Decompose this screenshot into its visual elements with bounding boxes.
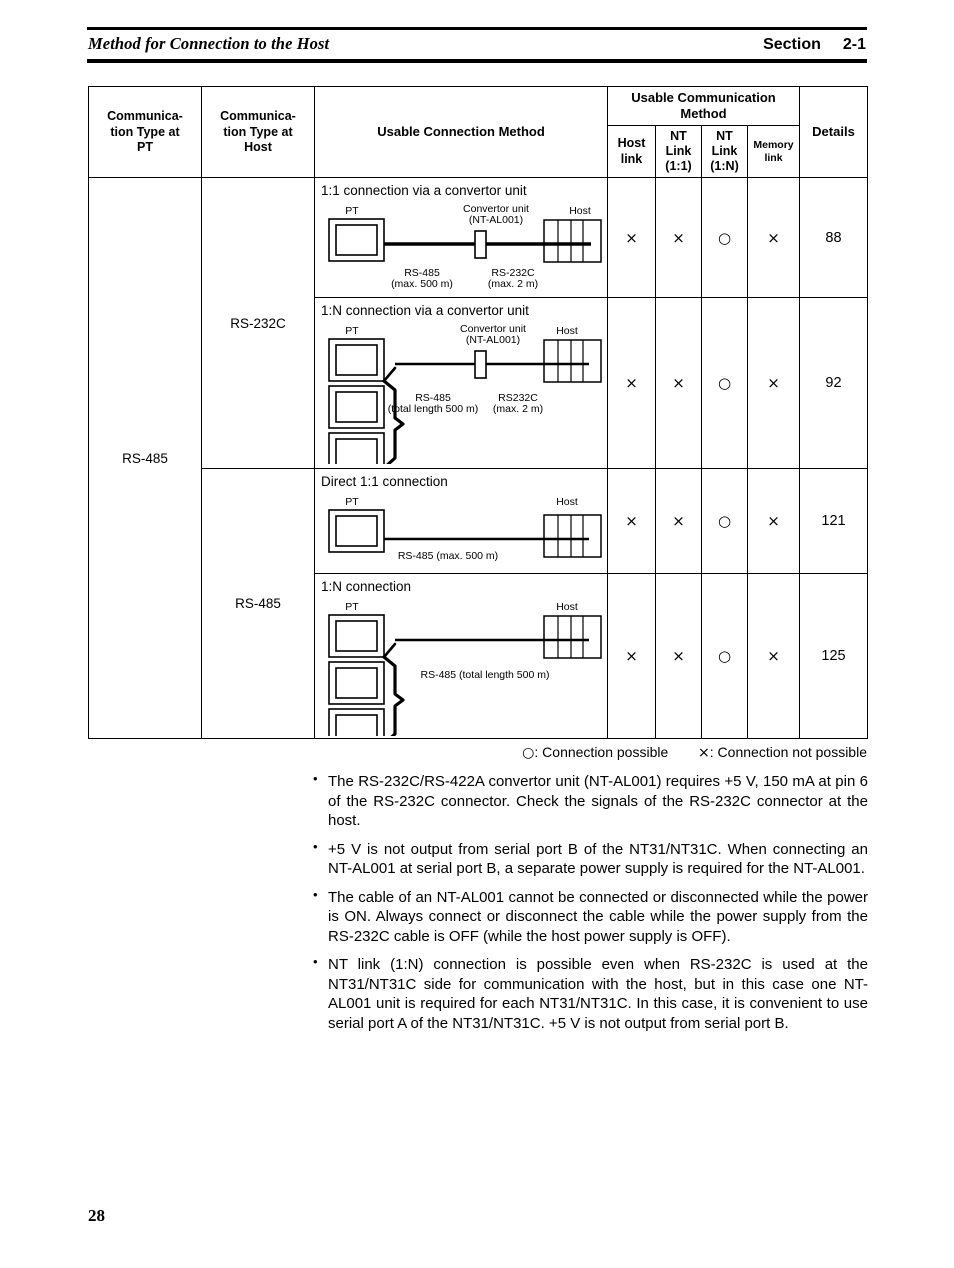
- diagram-canvas-4: PT Host RS-485 (total length 500 m): [315, 594, 607, 737]
- cell-diagram-2: 1:N connection via a convertor unit PT C…: [314, 297, 608, 470]
- cell-host-link-2: ×: [607, 297, 656, 470]
- cell-memory-link-2: ×: [747, 297, 800, 470]
- table-head: Communica- tion Type at PT Communica- ti…: [88, 85, 868, 179]
- cell-memory-link-3: ×: [747, 468, 800, 575]
- note-item: • NT link (1:N) connection is possible e…: [313, 954, 868, 1033]
- cell-nt-link-11-2: ×: [655, 297, 702, 470]
- diagram-2-label-convertor-model: (NT-AL001): [466, 334, 520, 346]
- header-row: Method for Connection to the Host Sectio…: [87, 30, 867, 59]
- col-header-host-link: Host link: [607, 124, 656, 179]
- diagram-1-n-convertor: PT Convertor unit (NT-AL001) Host RS-485…: [328, 323, 602, 465]
- cell-diagram-1: 1:1 connection via a convertor unit PT C…: [314, 177, 608, 299]
- diagram-direct-1-1: PT Host RS-485 (max. 500 m): [328, 496, 602, 562]
- diagram-1-1-convertor: PT Convertor unit (NT-AL001) Host RS-485…: [328, 203, 602, 290]
- note-item: • +5 V is not output from serial port B …: [313, 838, 868, 879]
- header-section-group: Section 2-1: [763, 36, 866, 54]
- diagram-2-label-left-cable-length: (total length 500 m): [388, 403, 478, 415]
- cell-nt-link-1n-3: ○: [701, 468, 748, 575]
- cell-details-1: 88: [799, 177, 868, 299]
- col-header-details: Details: [799, 85, 868, 179]
- diagram-1-label-pt: PT: [345, 205, 359, 217]
- section-number: 2-1: [842, 36, 866, 53]
- cell-pt-type: RS-485: [88, 177, 202, 740]
- cell-host-link-3: ×: [607, 468, 656, 575]
- diagram-4-label-host: Host: [556, 601, 578, 613]
- note-item: • The cable of an NT-AL001 cannot be con…: [313, 886, 868, 947]
- diagram-4-bus-brace: [382, 655, 405, 737]
- bullet-icon: •: [313, 886, 318, 902]
- cell-nt-link-11-4: ×: [655, 573, 702, 740]
- diagram-2-bus-brace: [382, 379, 405, 465]
- diagram-1-label-host: Host: [569, 205, 591, 217]
- page-number: 28: [88, 1206, 105, 1225]
- legend-possible-text: : Connection possible: [534, 744, 669, 760]
- connection-method-table: Communica- tion Type at PT Communica- ti…: [88, 85, 868, 740]
- bullet-icon: •: [313, 954, 318, 969]
- cell-diagram-3: Direct 1:1 connection PT Host RS-485 (ma: [314, 468, 608, 575]
- page-title: Method for Connection to the Host: [88, 34, 330, 53]
- col-header-pt-type: Communica- tion Type at PT: [88, 85, 202, 179]
- note-text: The cable of an NT-AL001 cannot be conne…: [328, 888, 868, 945]
- diagram-1-n-direct: PT Host RS-485 (total length 500 m): [328, 601, 602, 737]
- col-header-nt-link-1-n: NT Link (1:N): [701, 124, 748, 179]
- col-header-connection-method: Usable Connection Method: [314, 85, 608, 179]
- note-item: • The RS-232C/RS-422A convertor unit (NT…: [313, 771, 868, 831]
- cell-details-2: 92: [799, 297, 868, 470]
- cell-memory-link-4: ×: [747, 573, 800, 740]
- legend-not-possible-symbol: ×: [698, 745, 710, 761]
- cell-nt-link-11-3: ×: [655, 468, 702, 575]
- diagram-canvas-2: PT Convertor unit (NT-AL001) Host RS-485…: [315, 318, 607, 465]
- bullet-icon: •: [313, 771, 318, 786]
- cell-nt-link-1n-4: ○: [701, 573, 748, 740]
- diagram-2-label-right-cable-length: (max. 2 m): [493, 403, 543, 415]
- cell-host-type-rs485: RS-485: [201, 468, 315, 740]
- cell-nt-link-1n-1: ○: [701, 177, 748, 299]
- cell-nt-link-11-1: ×: [655, 177, 702, 299]
- table-row: RS-485 RS-232C 1:1 connection via a conv…: [88, 177, 868, 740]
- diagram-4-label-pt: PT: [345, 601, 359, 613]
- diagram-canvas-1: PT Convertor unit (NT-AL001) Host RS-485…: [315, 198, 607, 290]
- table-legend: ○: Connection possible ×: Connection not…: [87, 744, 867, 761]
- diagram-title-4: 1:N connection: [321, 579, 412, 595]
- table-row: RS-485 Direct 1:1 connection PT Host RS-…: [89, 468, 868, 740]
- diagram-1-label-left-cable-length: (max. 500 m): [391, 278, 453, 290]
- legend-possible-symbol: ○: [522, 745, 535, 761]
- note-text: NT link (1:N) connection is possible eve…: [328, 956, 868, 1032]
- diagram-2-label-host: Host: [556, 325, 578, 337]
- diagram-title-2: 1:N connection via a convertor unit: [321, 303, 529, 319]
- diagram-3-label-pt: PT: [345, 496, 359, 508]
- diagram-4-label-cable: RS-485 (total length 500 m): [421, 669, 550, 681]
- col-header-nt-link-1-1: NT Link (1:1): [655, 124, 702, 179]
- cell-details-4: 125: [799, 573, 868, 740]
- cell-diagram-4: 1:N connection PT Host RS-485 (total len…: [314, 573, 608, 740]
- diagram-2-label-pt: PT: [345, 325, 359, 337]
- col-header-memory-link: Memory link: [747, 124, 800, 179]
- diagram-canvas-3: PT Host RS-485 (max. 500 m): [315, 489, 607, 567]
- diagram-3-label-host: Host: [556, 496, 578, 508]
- cell-host-type-rs232c: RS-232C: [201, 177, 315, 470]
- table-body: RS-485 RS-232C 1:1 connection via a conv…: [88, 177, 868, 740]
- diagram-1-label-right-cable-length: (max. 2 m): [488, 278, 538, 290]
- notes-list: • The RS-232C/RS-422A convertor unit (NT…: [313, 771, 868, 1033]
- diagram-1-label-convertor-model: (NT-AL001): [469, 214, 523, 226]
- diagram-title-3: Direct 1:1 connection: [321, 474, 448, 490]
- diagram-title-1: 1:1 connection via a convertor unit: [321, 183, 527, 199]
- bullet-icon: •: [313, 838, 318, 854]
- section-label: Section: [763, 36, 821, 53]
- table-header-row-1: Communica- tion Type at PT Communica- ti…: [88, 85, 868, 179]
- header-rule-bottom: [87, 59, 867, 63]
- legend-not-possible-text: : Connection not possible: [709, 744, 867, 760]
- col-header-usable-communication-method: Usable Communication Method: [607, 86, 800, 126]
- cell-nt-link-1n-2: ○: [701, 297, 748, 470]
- cell-host-link-1: ×: [607, 177, 656, 299]
- note-text: +5 V is not output from serial port B of…: [328, 840, 868, 878]
- page-header: Method for Connection to the Host Sectio…: [87, 27, 867, 63]
- col-header-host-type: Communica- tion Type at Host: [201, 85, 315, 179]
- note-text: The RS-232C/RS-422A convertor unit (NT-A…: [328, 773, 868, 829]
- diagram-3-label-cable: RS-485 (max. 500 m): [398, 550, 498, 562]
- cell-details-3: 121: [799, 468, 868, 575]
- cell-host-link-4: ×: [607, 573, 656, 740]
- cell-memory-link-1: ×: [747, 177, 800, 299]
